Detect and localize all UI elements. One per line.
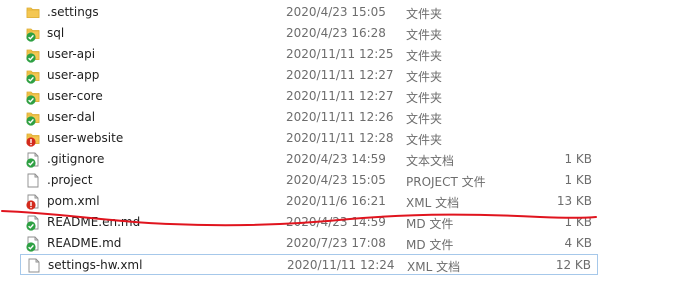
file-size: 1 KB bbox=[564, 173, 592, 187]
file-row-project[interactable]: .project 2020/4/23 15:05 PROJECT 文件 1 KB bbox=[20, 170, 598, 191]
file-size: 1 KB bbox=[564, 152, 592, 166]
file-date-modified: 2020/11/11 12:27 bbox=[286, 68, 394, 82]
file-name: user-core bbox=[47, 89, 103, 103]
file-icon bbox=[26, 173, 40, 188]
file-row-readme-en[interactable]: README.en.md 2020/4/23 14:59 MD 文件 1 KB bbox=[20, 212, 598, 233]
folder-icon bbox=[26, 68, 40, 84]
file-type: MD 文件 bbox=[406, 217, 454, 231]
folder-icon bbox=[26, 26, 40, 42]
file-name: user-website bbox=[47, 131, 124, 145]
file-row-sql[interactable]: sql 2020/4/23 16:28 文件夹 bbox=[20, 23, 598, 44]
file-date-modified: 2020/11/11 12:27 bbox=[286, 89, 394, 103]
file-date-modified: 2020/4/23 14:59 bbox=[286, 215, 386, 229]
folder-icon bbox=[26, 47, 40, 63]
file-size: 12 KB bbox=[555, 258, 591, 272]
file-name: README.md bbox=[47, 236, 122, 250]
file-type: XML 文档 bbox=[406, 196, 460, 210]
file-row-gitignore[interactable]: .gitignore 2020/4/23 14:59 文本文档 1 KB bbox=[20, 149, 598, 170]
file-name: user-app bbox=[47, 68, 100, 82]
file-row-user-api[interactable]: user-api 2020/11/11 12:25 文件夹 bbox=[20, 44, 598, 65]
file-name: user-dal bbox=[47, 110, 96, 124]
file-date-modified: 2020/4/23 15:05 bbox=[286, 5, 386, 19]
file-type: 文件夹 bbox=[406, 28, 443, 42]
file-row-pom-xml[interactable]: pom.xml 2020/11/6 16:21 XML 文档 13 KB bbox=[20, 191, 598, 212]
file-date-modified: 2020/11/11 12:28 bbox=[286, 131, 394, 145]
folder-icon bbox=[26, 110, 40, 126]
file-type: 文件夹 bbox=[406, 49, 443, 63]
file-row-user-app[interactable]: user-app 2020/11/11 12:27 文件夹 bbox=[20, 65, 598, 86]
file-name: .settings bbox=[47, 5, 99, 19]
file-type: 文件夹 bbox=[406, 7, 443, 21]
folder-icon bbox=[26, 89, 40, 105]
file-size: 1 KB bbox=[564, 215, 592, 229]
file-name: .project bbox=[47, 173, 93, 187]
file-row-settings[interactable]: .settings 2020/4/23 15:05 文件夹 bbox=[20, 2, 598, 23]
file-name: settings-hw.xml bbox=[48, 258, 143, 272]
file-type: 文件夹 bbox=[406, 112, 443, 126]
file-type: 文件夹 bbox=[406, 91, 443, 105]
file-row-user-dal[interactable]: user-dal 2020/11/11 12:26 文件夹 bbox=[20, 107, 598, 128]
file-row-user-core[interactable]: user-core 2020/11/11 12:27 文件夹 bbox=[20, 86, 598, 107]
file-date-modified: 2020/4/23 14:59 bbox=[286, 152, 386, 166]
file-name: sql bbox=[47, 26, 65, 40]
file-icon bbox=[26, 152, 40, 168]
file-type: XML 文档 bbox=[407, 260, 461, 274]
file-row-settings-hw[interactable]: settings-hw.xml 2020/11/11 12:24 XML 文档 12 … bbox=[20, 254, 598, 275]
file-size: 4 KB bbox=[564, 236, 592, 250]
file-icon bbox=[26, 215, 40, 231]
folder-icon bbox=[26, 5, 40, 20]
file-name: README.en.md bbox=[47, 215, 141, 229]
file-icon bbox=[26, 194, 40, 210]
file-icon bbox=[27, 258, 41, 273]
file-type: 文件夹 bbox=[406, 70, 443, 84]
file-date-modified: 2020/7/23 17:08 bbox=[286, 236, 386, 250]
file-row-readme[interactable]: README.md 2020/7/23 17:08 MD 文件 4 KB bbox=[20, 233, 598, 254]
file-date-modified: 2020/11/11 12:26 bbox=[286, 110, 394, 124]
file-size: 13 KB bbox=[556, 194, 592, 208]
file-date-modified: 2020/4/23 16:28 bbox=[286, 26, 386, 40]
file-row-user-website[interactable]: user-website 2020/11/11 12:28 文件夹 bbox=[20, 128, 598, 149]
file-name: user-api bbox=[47, 47, 96, 61]
file-icon bbox=[26, 236, 40, 252]
file-date-modified: 2020/11/6 16:21 bbox=[286, 194, 386, 208]
file-type: MD 文件 bbox=[406, 238, 454, 252]
file-date-modified: 2020/11/11 12:25 bbox=[286, 47, 394, 61]
file-date-modified: 2020/11/11 12:24 bbox=[287, 258, 395, 272]
file-name: .gitignore bbox=[47, 152, 105, 166]
file-type: PROJECT 文件 bbox=[406, 175, 486, 189]
folder-icon bbox=[26, 131, 40, 147]
file-type: 文本文档 bbox=[406, 154, 455, 168]
file-type: 文件夹 bbox=[406, 133, 443, 147]
file-date-modified: 2020/4/23 15:05 bbox=[286, 173, 386, 187]
file-name: pom.xml bbox=[47, 194, 100, 208]
